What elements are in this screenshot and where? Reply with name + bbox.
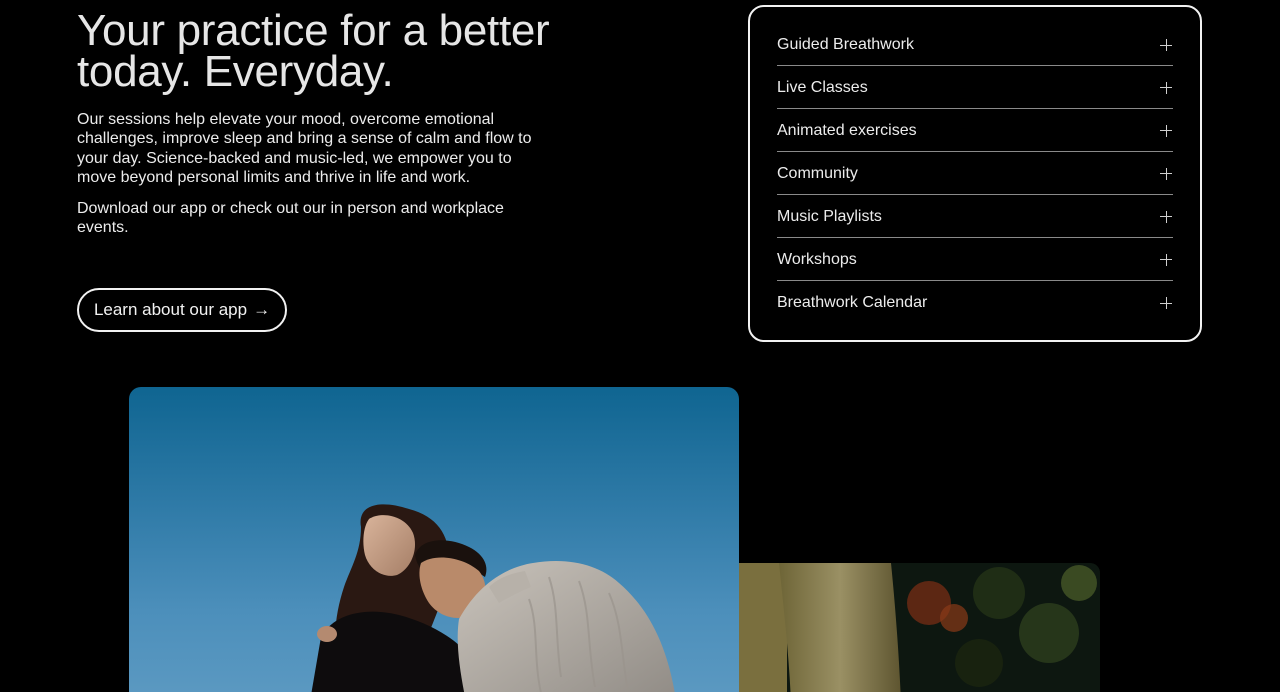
accordion-item-breathwork-calendar[interactable]: Breathwork Calendar [777,281,1173,324]
hero-title: Your practice for a better today. Everyd… [77,6,637,96]
accordion-item-music-playlists[interactable]: Music Playlists [777,195,1173,238]
accordion-item-label: Breathwork Calendar [777,294,928,311]
hero-title-line-2: today. Everyday. [77,47,394,96]
accordion-item-animated-exercises[interactable]: Animated exercises [777,109,1173,152]
learn-about-app-button[interactable]: Learn about our app → [77,288,287,332]
features-accordion: Guided Breathwork Live Classes Animated … [748,5,1202,342]
accordion-item-workshops[interactable]: Workshops [777,238,1173,281]
plus-icon[interactable] [1160,210,1172,223]
arrow-right-icon: → [253,300,271,319]
plus-icon[interactable] [1160,297,1172,309]
accordion-item-label: Animated exercises [777,121,917,139]
plus-icon[interactable] [1160,253,1172,266]
accordion-item-guided-breathwork[interactable]: Guided Breathwork [777,24,1173,66]
accordion-item-label: Guided Breathwork [777,36,914,53]
accordion-item-label: Workshops [777,250,857,268]
page: Your practice for a better today. Everyd… [0,0,1280,692]
hero-description: Our sessions help elevate your mood, ove… [77,111,532,186]
hero-download-note: Download our app or check out our in per… [77,200,504,237]
tree-illustration [739,563,1100,692]
accordion-item-label: Community [777,164,858,182]
people-illustration [311,504,675,692]
learn-about-app-label: Learn about our app [93,300,248,319]
accordion-item-live-classes[interactable]: Live Classes [777,66,1173,109]
hero-photo-people-sky [129,387,739,692]
plus-icon[interactable] [1160,167,1172,180]
hero-title-line-1: Your practice for a better [77,6,550,55]
plus-icon[interactable] [1160,124,1172,137]
nature-photo-tree [739,563,1100,692]
plus-icon[interactable] [1160,39,1172,51]
accordion-item-community[interactable]: Community [777,152,1173,195]
accordion-item-label: Live Classes [777,78,868,96]
plus-icon[interactable] [1160,81,1172,94]
accordion-item-label: Music Playlists [777,207,882,225]
